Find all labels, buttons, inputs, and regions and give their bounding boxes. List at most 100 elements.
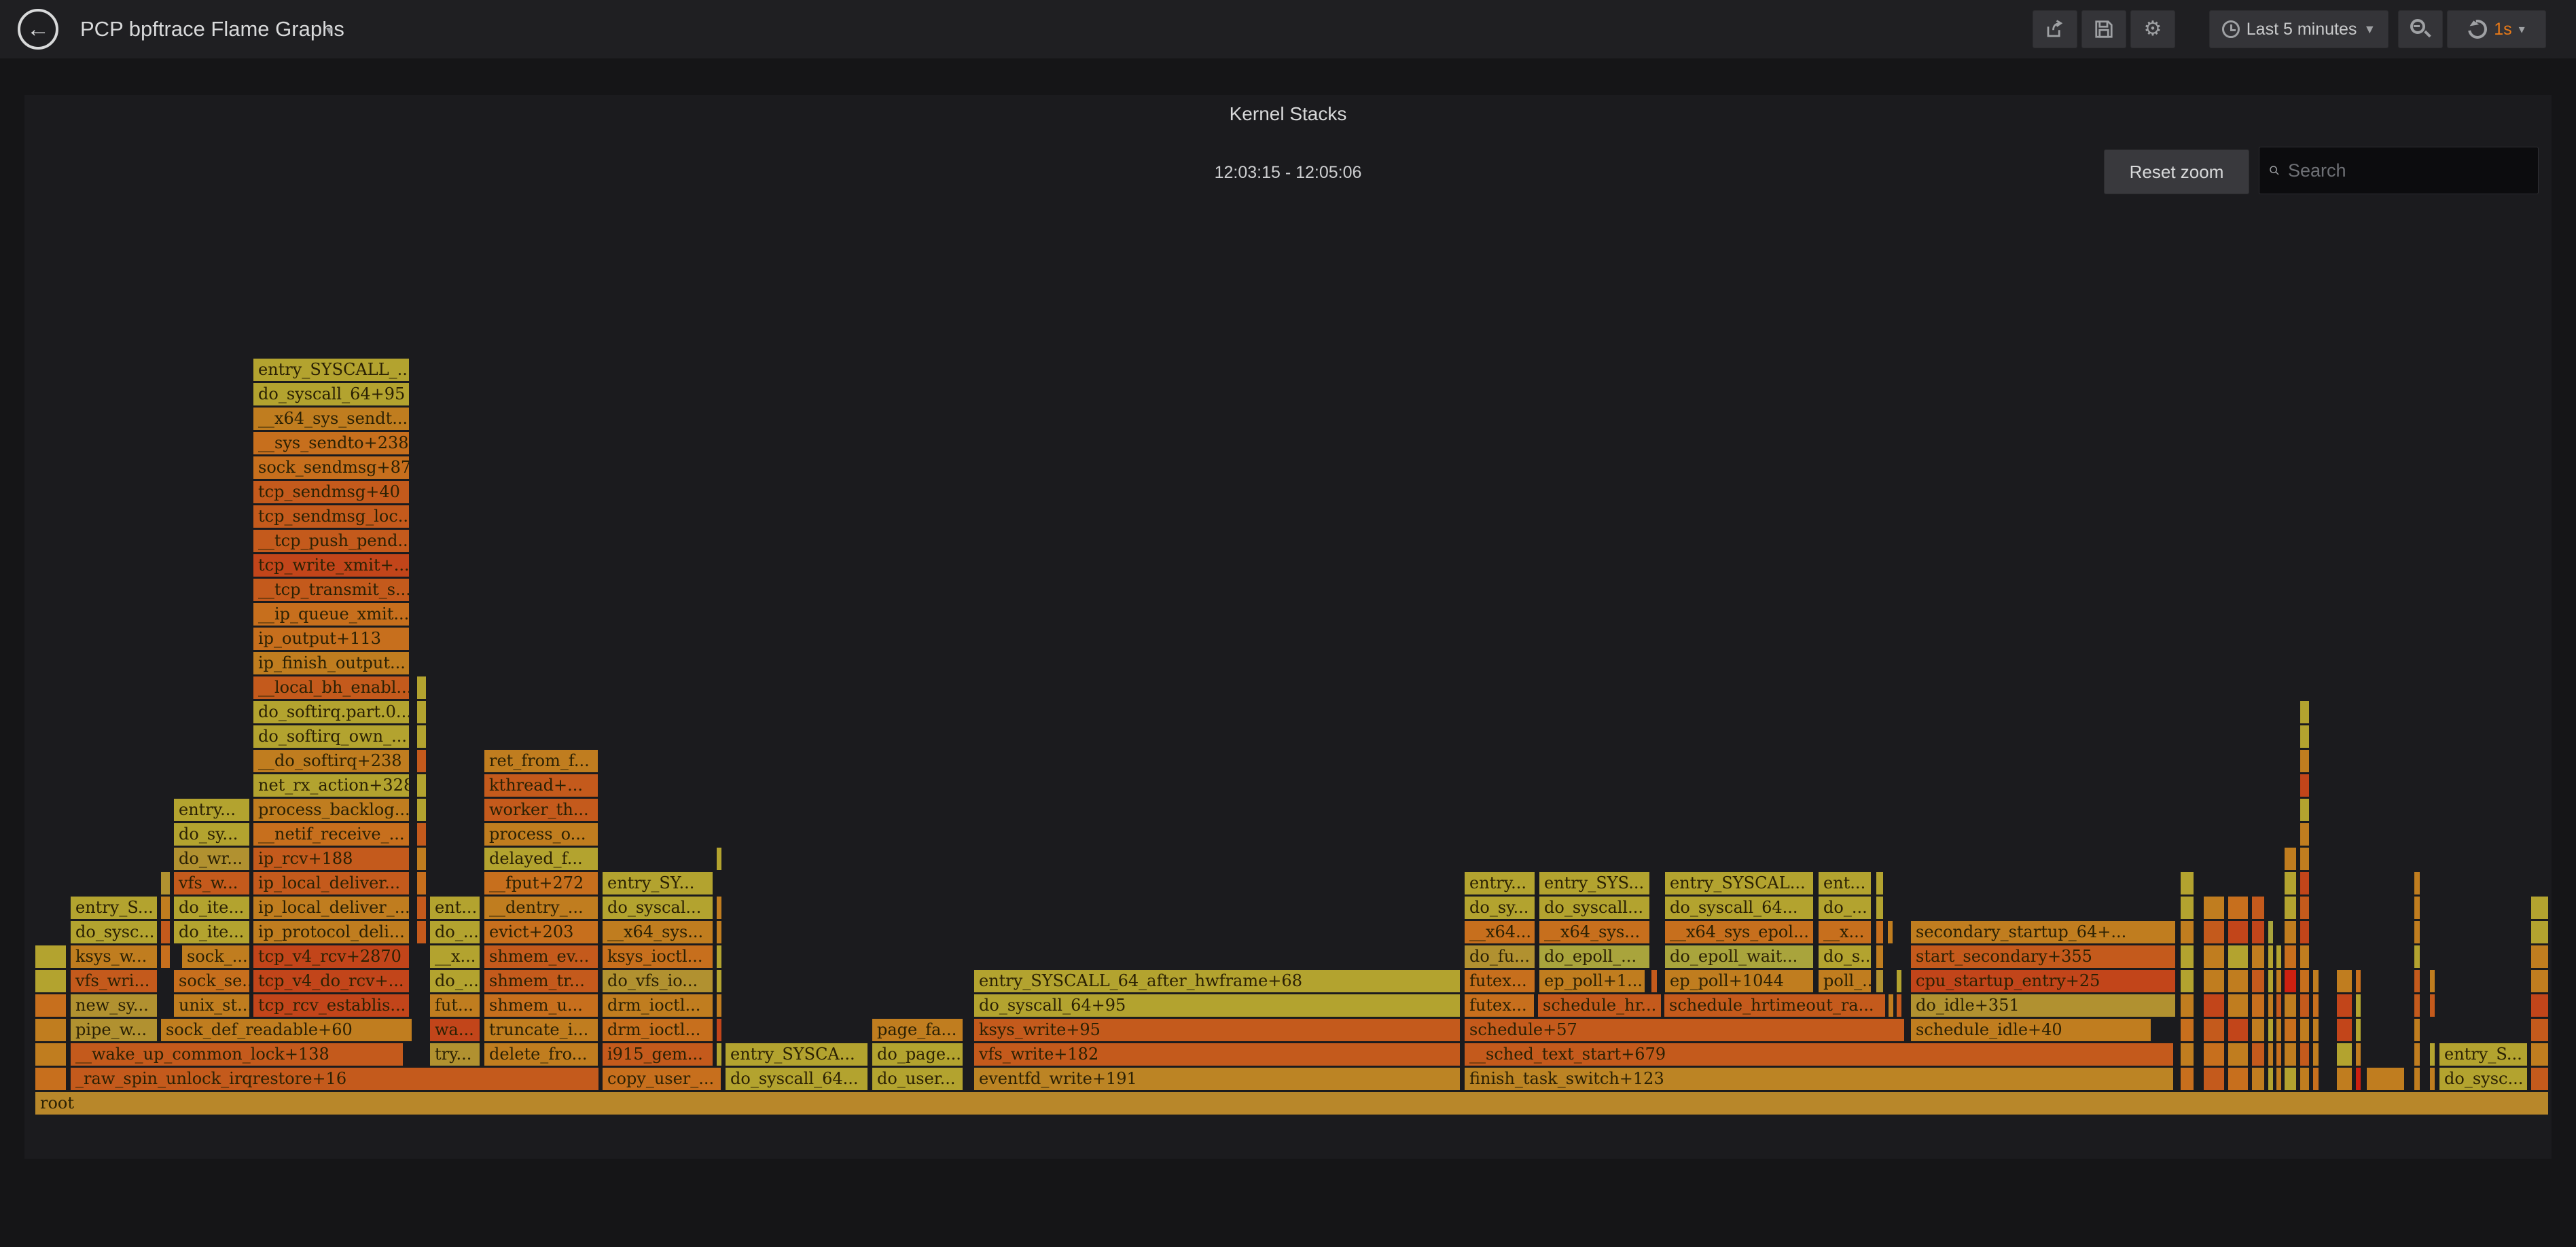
flame-box[interactable] bbox=[2337, 1019, 2352, 1041]
flame-box[interactable]: __x... bbox=[1819, 921, 1871, 943]
flame-box[interactable] bbox=[2228, 994, 2248, 1017]
flame-box[interactable]: eventfd_write+191 bbox=[974, 1068, 1460, 1090]
flame-box[interactable]: __x64_sys_sendt... bbox=[253, 408, 409, 430]
flame-box[interactable] bbox=[161, 897, 170, 919]
flame-box[interactable]: do_sysc... bbox=[71, 921, 157, 943]
flame-box[interactable]: i915_gem... bbox=[603, 1043, 713, 1066]
flame-box[interactable]: __x64_sys... bbox=[1539, 921, 1649, 943]
flame-box[interactable]: kthread+... bbox=[484, 774, 598, 797]
flame-box[interactable]: __tcp_transmit_s... bbox=[253, 579, 409, 601]
flame-box[interactable] bbox=[2430, 1068, 2435, 1090]
flame-box[interactable] bbox=[717, 994, 721, 1017]
flame-box[interactable] bbox=[2300, 799, 2309, 821]
flame-box[interactable]: futex... bbox=[1465, 970, 1535, 992]
flame-box[interactable] bbox=[2531, 1019, 2548, 1041]
flame-box[interactable] bbox=[1876, 897, 1883, 919]
flame-box[interactable] bbox=[2300, 701, 2309, 723]
flame-box[interactable]: do_sy... bbox=[1465, 897, 1535, 919]
flame-box[interactable] bbox=[2252, 1043, 2264, 1066]
flame-box[interactable]: process_o... bbox=[484, 823, 598, 846]
flame-box[interactable]: root bbox=[35, 1092, 2548, 1115]
flame-box[interactable] bbox=[1897, 994, 1901, 1017]
flame-box[interactable] bbox=[2276, 1068, 2281, 1090]
flame-box[interactable]: do_syscall_64+95 bbox=[253, 383, 409, 405]
flame-box[interactable] bbox=[417, 774, 426, 797]
flame-box[interactable]: _raw_spin_unlock_irqrestore+16 bbox=[71, 1068, 598, 1090]
flame-box[interactable]: do_softirq.part.0... bbox=[253, 701, 409, 723]
flame-box[interactable]: ip_finish_output... bbox=[253, 652, 409, 674]
flame-box[interactable]: do_ite... bbox=[174, 921, 249, 943]
flame-box[interactable]: ep_poll+1... bbox=[1539, 970, 1645, 992]
flame-box[interactable]: entry_SYSCALL_64_after_hwframe+68 bbox=[974, 970, 1460, 992]
flame-box[interactable]: vfs_write+182 bbox=[974, 1043, 1460, 1066]
flame-box[interactable] bbox=[161, 872, 170, 894]
flame-box[interactable] bbox=[2531, 970, 2548, 992]
flame-box[interactable] bbox=[2181, 1068, 2194, 1090]
flame-box[interactable]: ent... bbox=[430, 897, 480, 919]
flame-box[interactable]: delete_fro... bbox=[484, 1043, 598, 1066]
flame-box[interactable] bbox=[2276, 945, 2281, 968]
flame-box[interactable] bbox=[2228, 1019, 2248, 1041]
flame-box[interactable]: do_... bbox=[430, 970, 480, 992]
flame-box[interactable] bbox=[161, 945, 170, 968]
flame-box[interactable] bbox=[35, 970, 66, 992]
flame-box[interactable] bbox=[2228, 921, 2248, 943]
flame-box[interactable] bbox=[2300, 945, 2309, 968]
flame-box[interactable]: __x64_sys... bbox=[603, 921, 713, 943]
flame-box[interactable] bbox=[35, 1019, 66, 1041]
flame-box[interactable] bbox=[1876, 970, 1883, 992]
flame-box[interactable] bbox=[1876, 872, 1883, 894]
flame-box[interactable]: ip_local_deliver_... bbox=[253, 897, 409, 919]
flame-box[interactable] bbox=[2531, 945, 2548, 968]
flame-box[interactable] bbox=[2414, 994, 2420, 1017]
flame-box[interactable] bbox=[2337, 994, 2352, 1017]
flame-box[interactable] bbox=[417, 750, 426, 772]
flame-box[interactable] bbox=[2300, 848, 2309, 870]
flame-box[interactable]: do_sy... bbox=[174, 823, 249, 846]
flame-box[interactable] bbox=[2228, 897, 2248, 919]
flame-box[interactable] bbox=[2531, 921, 2548, 943]
flame-box[interactable] bbox=[2268, 970, 2273, 992]
flame-box[interactable]: finish_task_switch+123 bbox=[1465, 1068, 2173, 1090]
flame-box[interactable] bbox=[717, 897, 721, 919]
flame-box[interactable] bbox=[2276, 1043, 2281, 1066]
flame-box[interactable]: do_vfs_io... bbox=[603, 970, 713, 992]
flame-box[interactable] bbox=[2204, 921, 2224, 943]
flame-box[interactable] bbox=[2285, 945, 2296, 968]
flame-box[interactable]: __sched_text_start+679 bbox=[1465, 1043, 2173, 1066]
flame-box[interactable]: shmem_tr... bbox=[484, 970, 598, 992]
flame-box[interactable]: delayed_f... bbox=[484, 848, 598, 870]
flame-box[interactable] bbox=[2300, 1043, 2309, 1066]
flame-box[interactable] bbox=[2204, 1068, 2224, 1090]
flame-box[interactable]: __do_softirq+238 bbox=[253, 750, 409, 772]
flame-box[interactable] bbox=[35, 945, 66, 968]
flame-box[interactable] bbox=[417, 676, 426, 699]
flame-box[interactable] bbox=[417, 848, 426, 870]
flame-box[interactable]: sock_se... bbox=[174, 970, 249, 992]
flame-box[interactable] bbox=[2300, 774, 2309, 797]
flame-box[interactable] bbox=[717, 945, 721, 968]
flame-box[interactable] bbox=[2252, 970, 2264, 992]
flame-box[interactable] bbox=[2300, 1019, 2309, 1041]
flame-box[interactable] bbox=[2300, 872, 2309, 894]
flame-box[interactable] bbox=[2414, 1043, 2420, 1066]
flame-box[interactable] bbox=[2300, 921, 2309, 943]
flame-box[interactable] bbox=[2313, 970, 2319, 992]
flame-box[interactable]: sock_sendmsg+87 bbox=[253, 456, 409, 479]
flame-box[interactable] bbox=[2268, 994, 2273, 1017]
flame-box[interactable] bbox=[2531, 897, 2548, 919]
flame-box[interactable]: do_sysc... bbox=[2439, 1068, 2527, 1090]
flame-box[interactable] bbox=[2430, 994, 2435, 1017]
flame-box[interactable] bbox=[2276, 994, 2281, 1017]
flame-box[interactable]: drm_ioctl... bbox=[603, 1019, 713, 1041]
flame-box[interactable]: entry_S... bbox=[2439, 1043, 2527, 1066]
flame-box[interactable]: ip_local_deliver... bbox=[253, 872, 409, 894]
flame-box[interactable]: do_idle+351 bbox=[1911, 994, 2175, 1017]
flame-box[interactable] bbox=[2285, 921, 2296, 943]
flame-box[interactable]: ip_output+113 bbox=[253, 628, 409, 650]
flame-box[interactable] bbox=[2181, 1043, 2194, 1066]
flame-box[interactable] bbox=[2414, 970, 2420, 992]
flame-box[interactable]: worker_th... bbox=[484, 799, 598, 821]
flame-box[interactable]: fut... bbox=[430, 994, 480, 1017]
flame-box[interactable] bbox=[2228, 945, 2248, 968]
